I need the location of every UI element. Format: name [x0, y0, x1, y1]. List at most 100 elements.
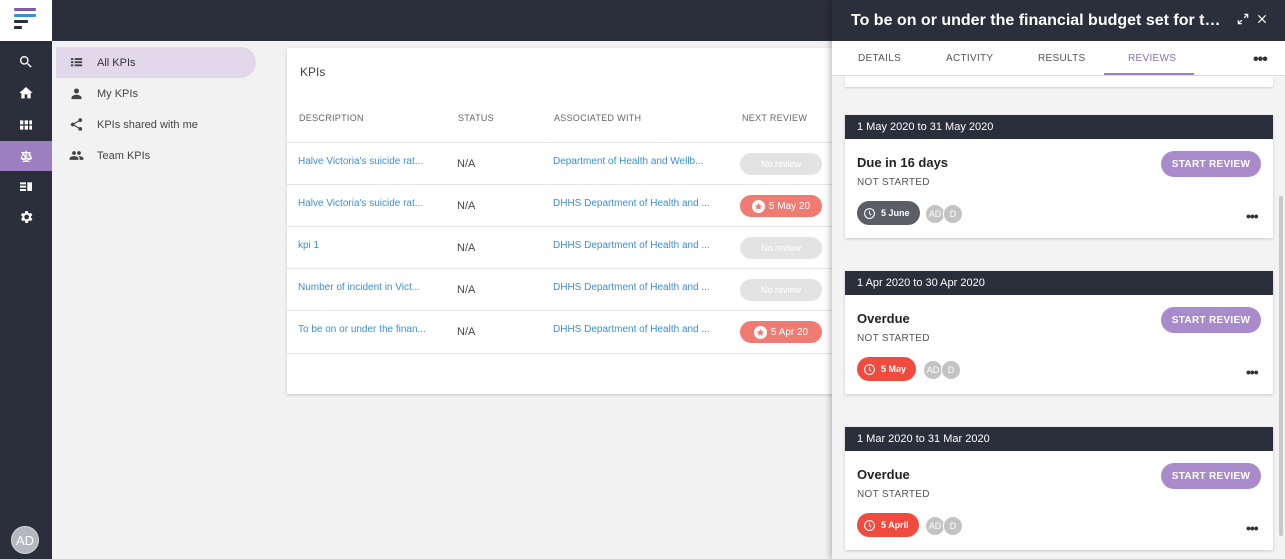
review-period: 1 Apr 2020 to 30 Apr 2020 — [845, 271, 1273, 295]
kpi-description-link[interactable]: Halve Victoria's suicide rat... — [298, 156, 438, 167]
scrollbar-thumb[interactable] — [1279, 196, 1283, 536]
column-header-associated[interactable]: ASSOCIATED WITH — [554, 113, 641, 123]
panel-tabs: DETAILS ACTIVITY RESULTS REVIEWS ••• — [832, 41, 1285, 76]
kpi-detail-panel: To be on or under the financial budget s… — [832, 0, 1285, 559]
table-row[interactable]: Number of incident in Vict... N/A DHHS D… — [287, 268, 847, 310]
due-date-pill[interactable]: 5 May — [857, 357, 917, 381]
user-avatar[interactable]: AD — [11, 526, 39, 554]
review-state: NOT STARTED — [857, 489, 930, 500]
reviewer-avatar[interactable]: D — [941, 360, 961, 380]
kpi-associated-link[interactable]: DHHS Department of Health and ... — [553, 198, 719, 209]
review-period: 1 Mar 2020 to 31 Mar 2020 — [845, 427, 1273, 451]
reviewer-avatar[interactable]: AD — [925, 516, 945, 536]
review-card: 1 May 2020 to 31 May 2020 Due in 16 days… — [845, 115, 1273, 238]
review-more-icon[interactable]: ••• — [1246, 208, 1259, 224]
kpi-description-link[interactable]: Number of incident in Vict... — [298, 282, 438, 293]
due-date: 5 April — [881, 520, 909, 530]
share-icon — [70, 118, 83, 131]
kpi-description-link[interactable]: To be on or under the finan... — [298, 324, 438, 335]
kpi-nav: All KPIs My KPIs KPIs shared with me Tea… — [52, 41, 282, 559]
next-review-date: 5 Apr 20 — [770, 326, 809, 338]
nav-item-shared-kpis[interactable]: KPIs shared with me — [56, 109, 256, 140]
home-icon[interactable] — [0, 78, 52, 108]
table-row[interactable]: Halve Victoria's suicide rat... N/A DHHS… — [287, 184, 847, 226]
start-review-button[interactable]: START REVIEW — [1161, 151, 1261, 177]
app-rail: AD — [0, 0, 52, 559]
no-review-badge: No review — [740, 237, 822, 259]
nav-item-label: KPIs shared with me — [97, 118, 198, 131]
column-header-description[interactable]: DESCRIPTION — [299, 113, 364, 123]
more-options-icon[interactable]: ••• — [1253, 51, 1268, 69]
list-icon[interactable] — [0, 172, 52, 202]
grid-icon[interactable] — [0, 110, 52, 140]
kpi-status: N/A — [457, 158, 476, 170]
active-tab-indicator — [1104, 73, 1194, 75]
column-header-next-review[interactable]: NEXT REVIEW — [742, 113, 807, 123]
review-card: 1 Apr 2020 to 30 Apr 2020 Overdue NOT ST… — [845, 271, 1273, 394]
kpi-associated-link[interactable]: Department of Health and Wellb... — [553, 156, 719, 167]
review-more-icon[interactable]: ••• — [1246, 520, 1259, 536]
next-review-badge[interactable]: 5 Apr 20 — [740, 321, 822, 343]
gear-icon[interactable] — [0, 202, 52, 232]
tab-results[interactable]: RESULTS — [1038, 53, 1085, 64]
kpi-associated-link[interactable]: DHHS Department of Health and ... — [553, 282, 719, 293]
kpi-description-link[interactable]: Halve Victoria's suicide rat... — [298, 198, 438, 209]
clock-icon — [864, 207, 875, 219]
start-review-button[interactable]: START REVIEW — [1161, 463, 1261, 489]
column-header-status[interactable]: STATUS — [458, 113, 494, 123]
table-footer — [287, 353, 847, 354]
nav-item-all-kpis[interactable]: All KPIs — [56, 47, 256, 78]
nav-item-team-kpis[interactable]: Team KPIs — [56, 140, 256, 171]
nav-item-label: All KPIs — [97, 56, 136, 69]
nav-item-label: Team KPIs — [97, 149, 151, 162]
app-logo[interactable] — [0, 0, 52, 41]
review-card: 1 Mar 2020 to 31 Mar 2020 Overdue NOT ST… — [845, 427, 1273, 550]
no-review-badge: No review — [740, 279, 822, 301]
close-icon[interactable] — [1255, 12, 1269, 26]
next-review-badge[interactable]: 5 May 20 — [740, 195, 822, 217]
due-date-pill[interactable]: 5 June — [857, 201, 920, 225]
due-date: 5 June — [881, 208, 910, 218]
start-review-button[interactable]: START REVIEW — [1161, 307, 1261, 333]
table-row[interactable]: kpi 1 N/A DHHS Department of Health and … — [287, 226, 847, 268]
clock-icon — [864, 363, 875, 375]
nav-item-label: My KPIs — [97, 87, 138, 100]
nav-item-my-kpis[interactable]: My KPIs — [56, 78, 256, 109]
group-icon — [69, 151, 84, 160]
table-row[interactable]: To be on or under the finan... N/A DHHS … — [287, 310, 847, 352]
person-icon — [71, 88, 82, 100]
star-icon — [751, 199, 765, 213]
scales-icon[interactable] — [0, 141, 52, 171]
review-state: NOT STARTED — [857, 333, 930, 344]
expand-icon[interactable] — [1236, 12, 1250, 26]
reviewer-avatar[interactable]: D — [943, 516, 963, 536]
review-status: Due in 16 days — [857, 155, 949, 170]
tab-activity[interactable]: ACTIVITY — [946, 53, 993, 64]
review-status: Overdue — [857, 311, 910, 326]
tab-reviews[interactable]: REVIEWS — [1128, 53, 1176, 64]
star-icon — [753, 325, 767, 339]
review-more-icon[interactable]: ••• — [1246, 364, 1259, 380]
review-period: 1 May 2020 to 31 May 2020 — [845, 115, 1273, 139]
card-title: KPIs — [300, 65, 326, 79]
next-review-date: 5 May 20 — [768, 200, 811, 212]
due-date-pill[interactable]: 5 April — [857, 513, 919, 537]
review-state: NOT STARTED — [857, 177, 930, 188]
reviewer-avatar[interactable]: D — [943, 204, 963, 224]
previous-review-card — [845, 76, 1273, 87]
kpi-associated-link[interactable]: DHHS Department of Health and ... — [553, 324, 719, 335]
kpi-associated-link[interactable]: DHHS Department of Health and ... — [553, 240, 719, 251]
reviewer-avatar[interactable]: AD — [925, 204, 945, 224]
reviewer-avatar[interactable]: AD — [923, 360, 943, 380]
kpi-status: N/A — [457, 200, 476, 212]
tab-details[interactable]: DETAILS — [858, 53, 901, 64]
panel-header: To be on or under the financial budget s… — [832, 0, 1285, 41]
search-icon[interactable] — [0, 47, 52, 77]
kpi-table-card: KPIs DESCRIPTION STATUS ASSOCIATED WITH … — [287, 48, 847, 394]
table-row[interactable]: Halve Victoria's suicide rat... N/A Depa… — [287, 142, 847, 184]
kpi-status: N/A — [457, 284, 476, 296]
due-date: 5 May — [881, 364, 907, 374]
kpi-status: N/A — [457, 242, 476, 254]
table-list-icon — [70, 58, 83, 67]
kpi-description-link[interactable]: kpi 1 — [298, 240, 438, 251]
